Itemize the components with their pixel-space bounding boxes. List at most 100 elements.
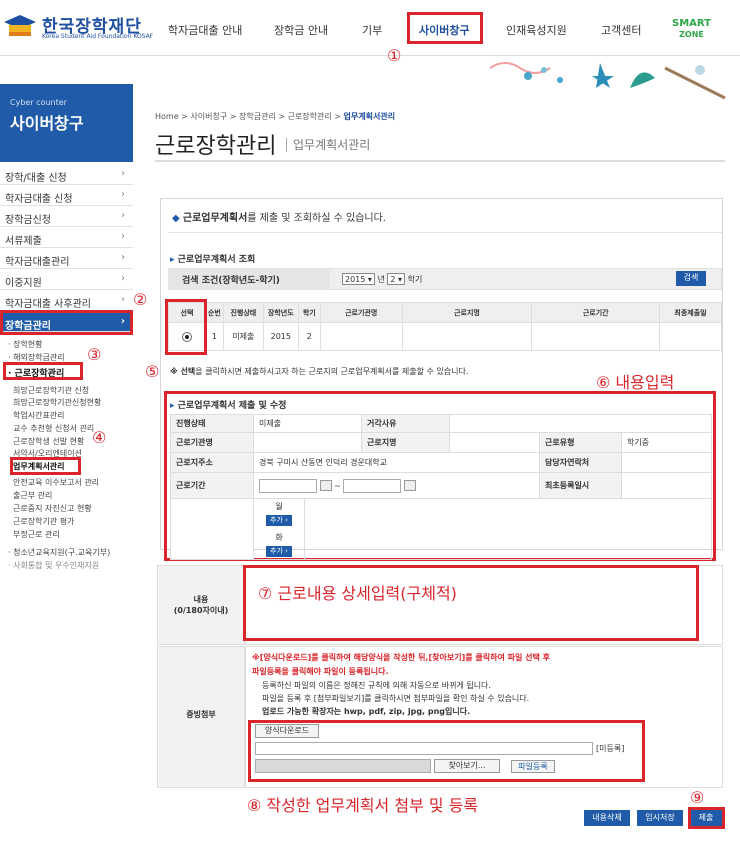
nav-loan-guide[interactable]: 학자금대출 안내 xyxy=(168,22,242,38)
value-addr: 경북 구미시 산동면 인덕리 경운대학교 xyxy=(253,452,540,473)
sidebar-sub-item[interactable]: 희망근로장학기관 신청 xyxy=(13,385,89,396)
annotation-6: ⑥ 내용입력 xyxy=(596,373,675,392)
breadcrumb-current: 업무계획서관리 xyxy=(343,112,396,121)
temp-save-button[interactable]: 임시저장 xyxy=(637,810,683,826)
value-manager-phone xyxy=(621,452,712,473)
attach-label: 증빙첨부 xyxy=(186,710,216,719)
col-header: 최종제출일 xyxy=(659,302,722,323)
sidebar-item-label: 서류제출 xyxy=(5,236,42,247)
label-period: 근로기간 xyxy=(170,472,254,499)
col-header: 근로기관명 xyxy=(319,302,403,323)
annotation-8: ⑧ 작성한 업무계획서 첨부 및 등록 xyxy=(247,796,479,815)
sidebar-sub-item[interactable]: 부정근로 관리 xyxy=(13,529,60,540)
nav-scholarship-guide[interactable]: 장학금 안내 xyxy=(274,22,328,38)
triangle-bullet-icon: ▸ xyxy=(170,401,178,411)
notice-bold: ※ 선택 xyxy=(170,367,196,376)
search-button[interactable]: 검색 xyxy=(676,271,706,286)
triangle-bullet-icon: ▸ xyxy=(170,255,178,265)
value-reject xyxy=(449,414,712,433)
sidebar-sub-item[interactable]: 교수 추천형 신청서 관리 xyxy=(13,423,94,434)
form-section-label: 근로업무계획서 제출 및 수정 xyxy=(177,401,287,411)
intro-divider xyxy=(168,232,722,233)
calendar-icon[interactable] xyxy=(403,480,416,491)
nav-customer-center[interactable]: 고객센터 xyxy=(601,22,641,38)
breadcrumb-path[interactable]: Home > 사이버창구 > 장학금관리 > 근로장학관리 > xyxy=(155,112,344,121)
sidebar-item-label: 학자금대출 신청 xyxy=(5,194,73,205)
chevron-right-icon: › xyxy=(121,189,125,200)
search-section-title: ▸ 근로업무계획서 조회 xyxy=(170,252,255,265)
annotation-4: ④ xyxy=(92,428,107,447)
value-last-reg xyxy=(621,472,712,499)
intro-bold: 근로업무계획서 xyxy=(182,213,248,224)
term-select[interactable]: 2 ▾ xyxy=(387,273,406,285)
sidebar-item-label: 학자금대출관리 xyxy=(5,257,70,268)
col-header: 진행상태 xyxy=(222,302,264,323)
row-year: 2015 xyxy=(262,322,299,351)
title-rule xyxy=(155,160,725,162)
col-header: 장학년도 xyxy=(262,302,299,323)
year-select-group: 2015 ▾ 년 2 ▾ 학기 xyxy=(342,273,422,285)
attach-note-1: ※[양식다운로드]를 클릭하여 해당양식을 작성한 뒤,[찾아보기]를 클릭하여… xyxy=(252,653,550,662)
sidebar-sub-status[interactable]: · 장학현황 xyxy=(8,339,43,350)
add-mon-button[interactable]: 추가 › xyxy=(266,515,292,526)
annotation-2: ② xyxy=(133,290,148,309)
sidebar-item-loan-apply[interactable]: 학자금대출 신청 › xyxy=(0,185,133,206)
sidebar-sub-item[interactable]: 근로장학생 선발 현황 xyxy=(13,436,84,447)
result-table-header: 선택 순번 진행상태 장학년도 학기 근로기관명 근로지명 근로기간 최종제출일 xyxy=(168,302,722,323)
add-tue-button[interactable]: 추가 › xyxy=(266,546,292,557)
year-select[interactable]: 2015 ▾ xyxy=(342,273,375,285)
chevron-right-icon: › xyxy=(121,273,125,284)
nav-talent-support[interactable]: 인재육성지원 xyxy=(506,22,567,38)
annotation-box-4 xyxy=(10,457,81,475)
sidebar-sub-item[interactable]: 근로중지 자진신고 현황 xyxy=(13,503,92,514)
notice-rest: 을 클릭하시면 제출하시고자 하는 근로지의 근로업무계획서를 제출할 수 있습… xyxy=(195,367,469,376)
period-start-input[interactable] xyxy=(259,478,317,493)
annotation-5: ⑤ xyxy=(145,362,160,381)
sidebar-sub-youth[interactable]: · 청소년교육지원(구.교육기부) xyxy=(8,547,110,558)
form-row: 근로기간 ~ 최초등록일시 xyxy=(170,472,712,499)
row-last-submit xyxy=(659,322,722,351)
label-type: 근로유형 xyxy=(539,432,622,453)
title-divider xyxy=(286,138,287,152)
schedule-blank-cell xyxy=(170,498,254,560)
kosaf-logo-icon[interactable] xyxy=(3,13,37,39)
annotation-9: ⑨ xyxy=(690,788,705,807)
sidebar-item-documents[interactable]: 서류제출 › xyxy=(0,227,133,248)
label-last-reg: 최초등록일시 xyxy=(539,472,622,499)
sidebar-header-title: 사이버창구 xyxy=(10,114,84,133)
sidebar-item-label: 장학/대출 신청 xyxy=(5,173,67,184)
sidebar-sub-item[interactable]: 학업시간표관리 xyxy=(13,410,65,421)
sidebar-sub-item[interactable]: 희망근로장학기관신청현황 xyxy=(13,397,101,408)
row-period xyxy=(531,322,661,351)
smart-zone-line2: ZONE xyxy=(679,30,704,39)
sidebar-item-label: 이중지원 xyxy=(5,278,42,289)
sidebar-sub-social[interactable]: · 사회통합 및 우수인재지원 xyxy=(8,560,99,571)
form-row: 근로기관명 근로지명 근로유형 학기중 xyxy=(170,432,712,453)
form-row: 진행상태 미제출 거각사유 xyxy=(170,414,712,433)
content-label-cell: 내용 (0/180자이내) xyxy=(157,565,245,645)
intro-text: ◆ 근로업무계획서를 제출 및 조회하실 수 있습니다. xyxy=(172,209,386,224)
sidebar-sub-item[interactable]: 근로장학기관 평가 xyxy=(13,516,74,527)
annotation-box-2 xyxy=(0,310,133,335)
label-addr: 근로지주소 xyxy=(170,452,254,473)
sidebar-item-double-support[interactable]: 이중지원 › xyxy=(0,269,133,290)
nav-donation[interactable]: 기부 xyxy=(362,22,382,38)
calendar-icon[interactable] xyxy=(319,480,332,491)
sidebar-sub-item[interactable]: 출근부 관리 xyxy=(13,490,52,501)
smart-zone-link[interactable]: SMART ZONE xyxy=(672,18,711,40)
period-end-input[interactable] xyxy=(343,478,402,493)
annotation-box-1 xyxy=(407,12,483,44)
sidebar-item-apply[interactable]: 장학/대출 신청 › xyxy=(0,164,133,185)
attach-label-cell: 증빙첨부 xyxy=(157,646,245,788)
sidebar-item-loan-manage[interactable]: 학자금대출관리 › xyxy=(0,248,133,269)
sidebar-item-scholarship-apply[interactable]: 장학금신청 › xyxy=(0,206,133,227)
annotation-box-3 xyxy=(3,362,83,380)
sidebar-sub-item[interactable]: 안전교육 이수보고서 관리 xyxy=(13,477,99,488)
label-manager-phone: 담당자연락처 xyxy=(539,452,622,473)
workplan-form-table: 진행상태 미제출 거각사유 근로기관명 근로지명 근로유형 학기중 근로지주소 … xyxy=(170,414,712,560)
page-subtitle: 업무계획서관리 xyxy=(293,138,371,152)
annotation-box-select xyxy=(165,299,207,355)
sidebar-item-loan-aftercare[interactable]: 학자금대출 사후관리 › xyxy=(0,290,133,311)
delete-content-button[interactable]: 내용삭제 xyxy=(584,810,630,826)
annotation-box-submit xyxy=(688,807,725,829)
